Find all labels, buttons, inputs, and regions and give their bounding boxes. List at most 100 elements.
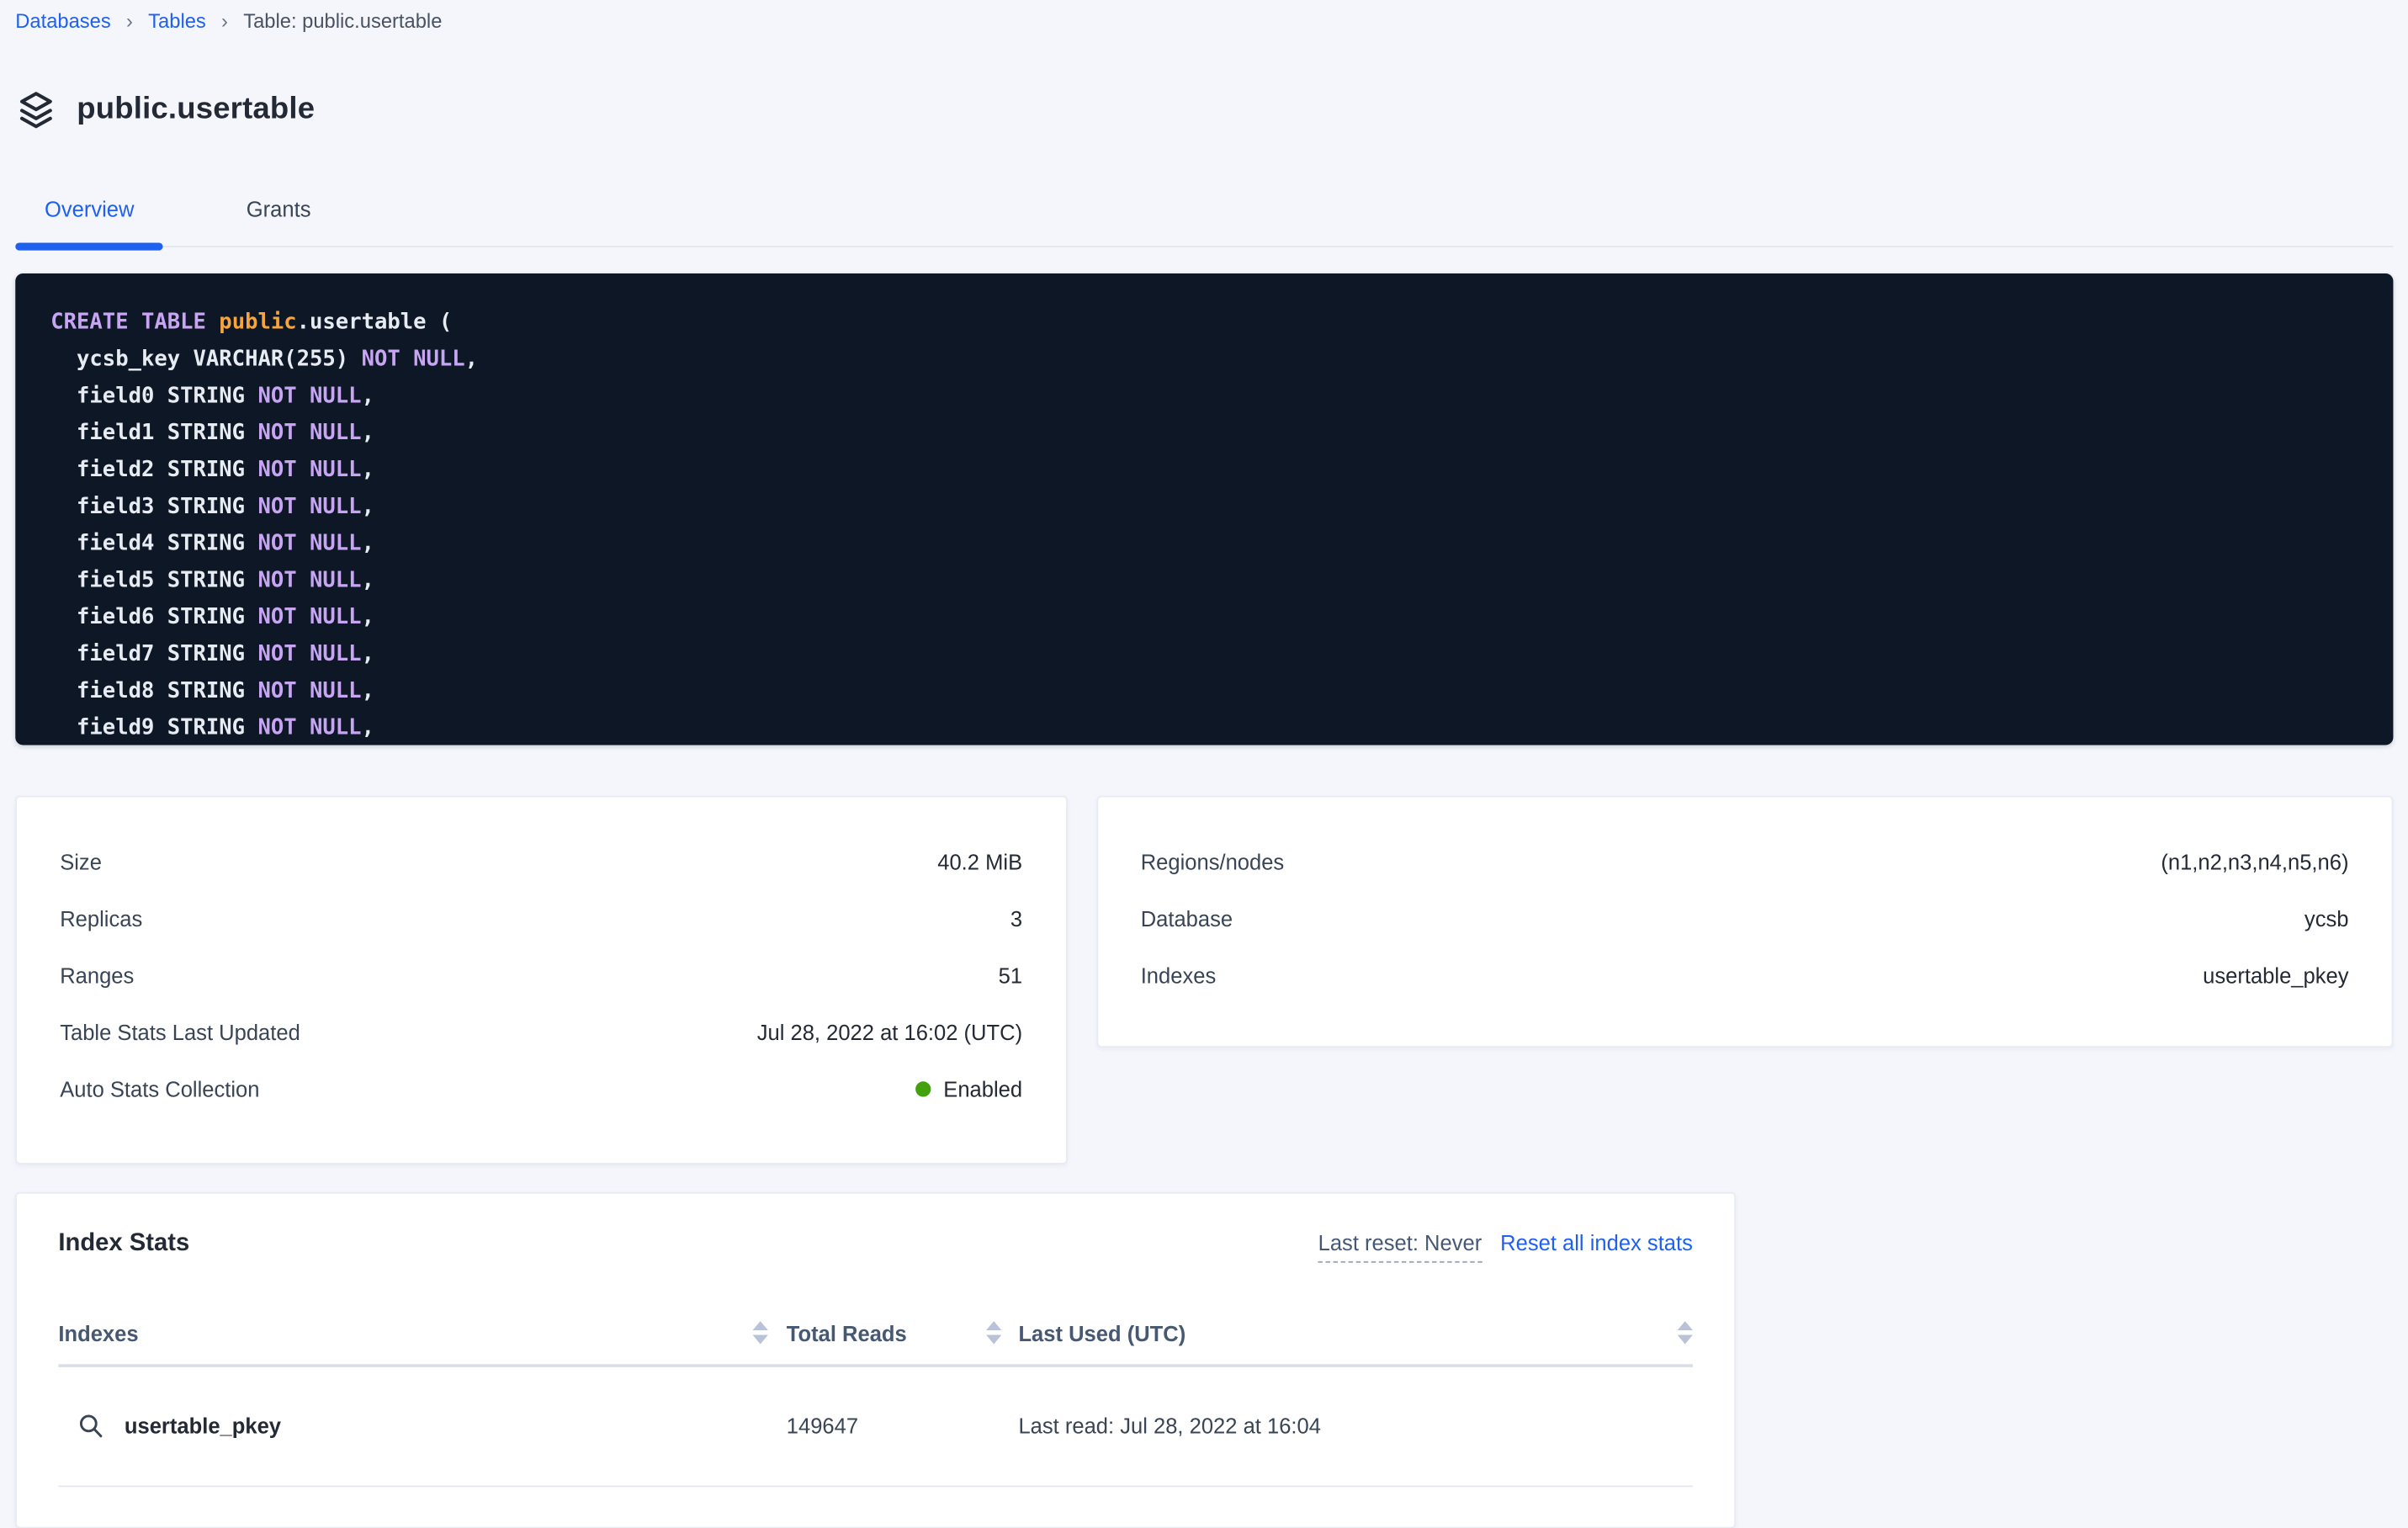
sql-token-keyword: NOT NULL [257, 531, 361, 555]
index-name-cell[interactable]: usertable_pkey [58, 1413, 767, 1439]
sql-code-line: field1 STRING NOT NULL, [50, 415, 2393, 452]
sql-token-plain: , [362, 568, 374, 592]
sql-code-line: field9 STRING NOT NULL, [50, 709, 2393, 745]
tab-grants[interactable]: Grants [202, 196, 356, 250]
sql-token-plain: field2 STRING [50, 458, 257, 482]
chevron-right-icon: › [221, 9, 228, 32]
detail-label: Regions/nodes [1141, 850, 1285, 874]
index-stats-card: Index Stats Last reset: Never Reset all … [15, 1191, 1736, 1528]
detail-row: Indexesusertable_pkey [1141, 947, 2349, 1005]
sql-token-plain: field8 STRING [50, 679, 257, 703]
details-right-rows: Regions/nodes(n1,n2,n3,n4,n5,n6)Database… [1141, 834, 2349, 1005]
breadcrumb-link-tables[interactable]: Tables [148, 9, 206, 32]
breadcrumb: Databases › Tables › Table: public.usert… [15, 0, 2393, 32]
sql-token-schema: public [219, 310, 296, 334]
sql-token-keyword: NOT NULL [257, 494, 361, 518]
tab-overview[interactable]: Overview [15, 196, 163, 250]
magnifier-icon [78, 1413, 104, 1439]
detail-value: 51 [999, 963, 1022, 988]
index-stats-meta: Last reset: Never Reset all index stats [1318, 1230, 1693, 1262]
total-reads-cell: 149647 [768, 1414, 1002, 1438]
page-header: public.usertable [15, 72, 2393, 149]
sql-token-plain: , [362, 642, 374, 666]
stack-icon [15, 90, 56, 131]
column-header-last-used[interactable]: Last Used (UTC) [1001, 1321, 1693, 1345]
sql-token-plain: field5 STRING [50, 568, 257, 592]
index-stats-titlebar: Index Stats Last reset: Never Reset all … [58, 1230, 1693, 1262]
sql-token-plain: , [362, 384, 374, 408]
tab-bar: Overview Grants [15, 196, 2393, 250]
detail-label: Size [60, 850, 102, 874]
detail-row: Replicas 3 [60, 891, 1022, 948]
detail-row: Size 40.2 MiB [60, 834, 1022, 891]
details-section: Size 40.2 MiB Replicas 3 Ranges51Table Stats… [15, 795, 2393, 1164]
detail-value: 40.2 MiB [937, 850, 1022, 874]
sql-token-keyword: NOT NULL [257, 715, 361, 740]
chevron-right-icon: › [126, 9, 133, 32]
detail-row: Auto Stats Collection Enabled [60, 1061, 1022, 1118]
detail-value: Enabled [915, 1077, 1022, 1101]
sql-token-plain: , [362, 715, 374, 740]
index-stats-title: Index Stats [58, 1230, 189, 1258]
sql-token-plain: , [362, 494, 374, 518]
detail-row: Table Stats Last UpdatedJul 28, 2022 at … [60, 1005, 1022, 1062]
column-header-indexes[interactable]: Indexes [58, 1321, 767, 1345]
index-stats-rows: usertable_pkey149647Last read: Jul 28, 2… [58, 1366, 1693, 1486]
table-detail-page: Databases › Tables › Table: public.usert… [0, 0, 2408, 1503]
sql-token-keyword: NOT NULL [257, 421, 361, 445]
sql-token-plain: , [362, 531, 374, 555]
sql-ddl-panel: CREATE TABLE public.usertable ( ycsb_key… [15, 273, 2393, 745]
sql-code: CREATE TABLE public.usertable ( ycsb_key… [50, 304, 2393, 745]
sql-token-keyword: NOT NULL [257, 458, 361, 482]
details-left-rows: Size 40.2 MiB Replicas 3 Ranges51Table Stats… [60, 834, 1022, 1118]
status-dot-enabled [915, 1082, 931, 1097]
sql-token-plain: .usertable ( [297, 310, 453, 334]
sql-token-plain: ycsb_key VARCHAR(255) [50, 347, 361, 371]
tab-overview-label: Overview [45, 196, 135, 220]
sql-token-plain: field9 STRING [50, 715, 257, 740]
last-reset-label[interactable]: Last reset: Never [1318, 1230, 1482, 1262]
column-label: Indexes [58, 1321, 138, 1345]
sql-code-line: field8 STRING NOT NULL, [50, 672, 2393, 709]
sql-token-keyword: CREATE TABLE [50, 310, 219, 334]
sort-icon[interactable] [753, 1322, 768, 1345]
sql-code-line: field7 STRING NOT NULL, [50, 635, 2393, 672]
detail-label: Auto Stats Collection [60, 1077, 259, 1101]
sql-code-line: CREATE TABLE public.usertable ( [50, 304, 2393, 341]
detail-label: Database [1141, 907, 1233, 931]
sql-code-line: field6 STRING NOT NULL, [50, 599, 2393, 636]
column-header-total-reads[interactable]: Total Reads [768, 1321, 1002, 1345]
sort-icon[interactable] [1678, 1322, 1693, 1345]
sql-token-plain: field6 STRING [50, 605, 257, 629]
reset-index-stats-link[interactable]: Reset all index stats [1500, 1230, 1693, 1255]
table-details-card-right: Regions/nodes(n1,n2,n3,n4,n5,n6)Database… [1096, 795, 2394, 1047]
sql-code-line: field5 STRING NOT NULL, [50, 562, 2393, 599]
sql-token-keyword: NOT NULL [257, 384, 361, 408]
sql-code-line: ycsb_key VARCHAR(255) NOT NULL, [50, 341, 2393, 378]
sql-token-keyword: NOT NULL [257, 568, 361, 592]
sql-token-plain: field4 STRING [50, 531, 257, 555]
sql-code-line: field2 STRING NOT NULL, [50, 451, 2393, 488]
sql-token-keyword: NOT NULL [362, 347, 465, 371]
sql-token-plain: , [362, 421, 374, 445]
last-used-cell: Last read: Jul 28, 2022 at 16:04 [1001, 1414, 1693, 1438]
sql-token-keyword: NOT NULL [257, 642, 361, 666]
sql-token-keyword: NOT NULL [257, 605, 361, 629]
detail-label: Replicas [60, 907, 142, 931]
sql-token-plain: field3 STRING [50, 494, 257, 518]
sort-icon[interactable] [986, 1322, 1001, 1345]
page-title: public.usertable [77, 93, 315, 128]
sql-token-plain: field7 STRING [50, 642, 257, 666]
tab-grants-label: Grants [247, 196, 311, 220]
detail-row: Databaseycsb [1141, 891, 2349, 948]
sql-code-line: field0 STRING NOT NULL, [50, 378, 2393, 415]
sql-token-plain: field1 STRING [50, 421, 257, 445]
detail-row: Ranges51 [60, 947, 1022, 1005]
table-details-card-left: Size 40.2 MiB Replicas 3 Ranges51Table Stats… [15, 795, 1067, 1164]
breadcrumb-current: Table: public.usertable [243, 9, 442, 32]
detail-label: Indexes [1141, 963, 1217, 988]
sql-code-line: field3 STRING NOT NULL, [50, 488, 2393, 525]
breadcrumb-link-databases[interactable]: Databases [15, 9, 110, 32]
index-stats-row: usertable_pkey149647Last read: Jul 28, 2… [58, 1366, 1693, 1486]
detail-value: 3 [1010, 907, 1022, 931]
